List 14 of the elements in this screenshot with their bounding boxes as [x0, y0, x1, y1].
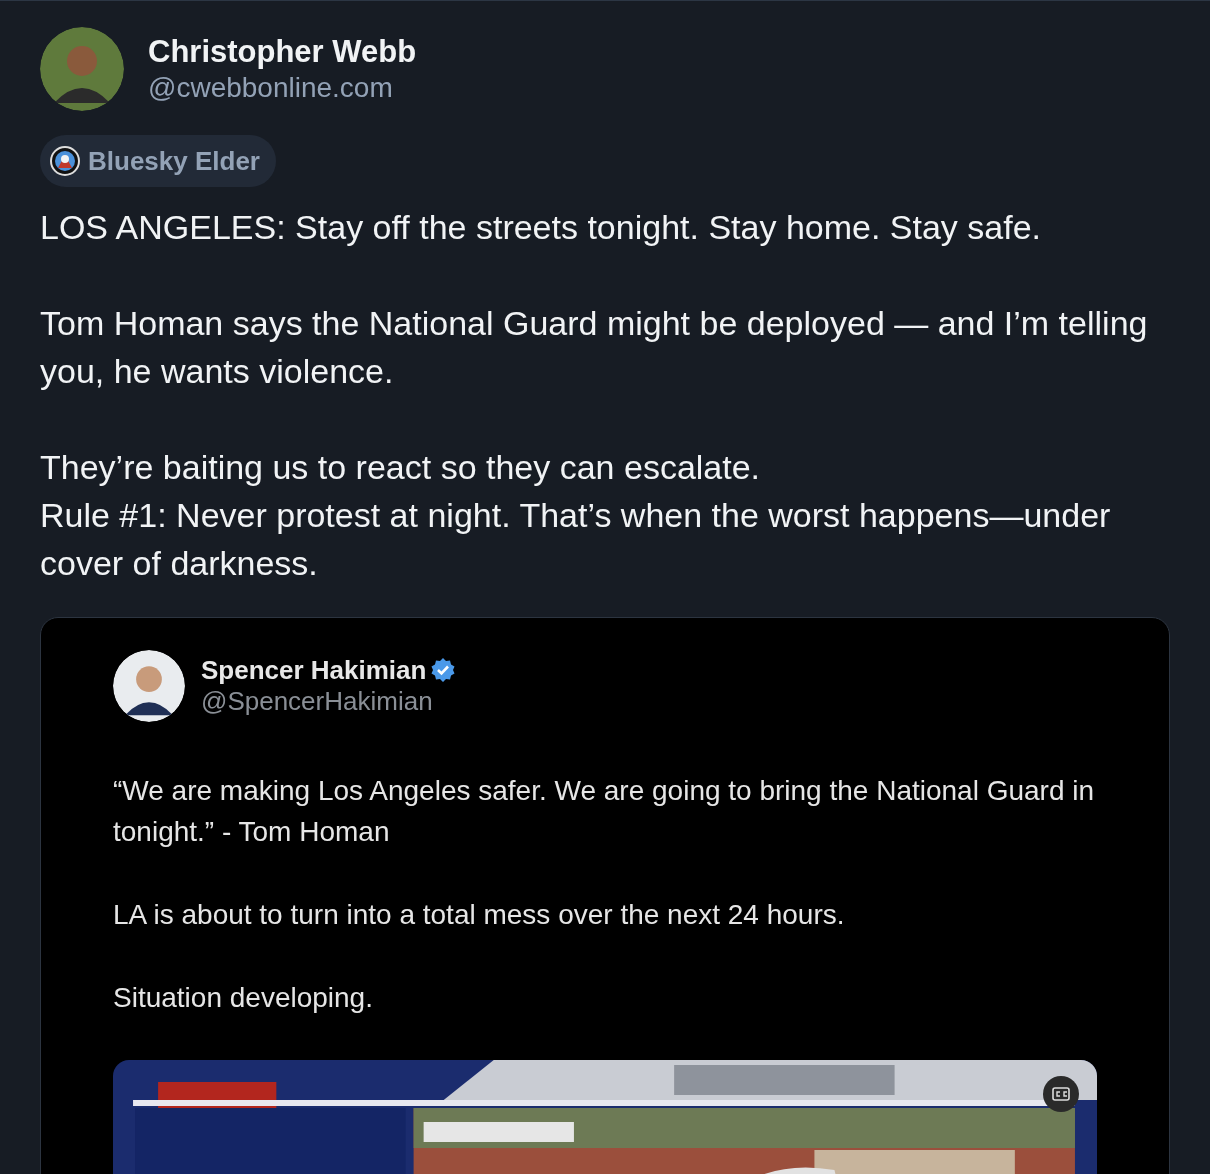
post-text: LOS ANGELES: Stay off the streets tonight. Stay home. Stay safe.: [40, 207, 1042, 248]
avatar[interactable]: [113, 650, 185, 722]
author-handle[interactable]: @cwebbonline.com: [148, 70, 417, 106]
author-name[interactable]: Christopher Webb: [148, 32, 417, 71]
author-name[interactable]: Spencer Hakimian: [201, 654, 427, 686]
post-text: “We are making Los Angeles safer. We are going to bring the National Guard in tonight.” - Tom Homan: [113, 774, 1096, 849]
post-text: They’re baiting us to react so they can escalate. Rule #1: Never protest at night. That’s when the worst happens—under cover of darkness.: [40, 447, 1112, 584]
captions-icon[interactable]: [1043, 1076, 1079, 1112]
post-text: Situation developing.: [113, 981, 374, 1015]
badge-icon: [50, 146, 80, 176]
badge[interactable]: Bluesky Elder: [40, 135, 276, 187]
author-handle[interactable]: @SpencerHakimian: [201, 686, 457, 718]
post-text: Tom Homan says the National Guard might be deployed — and I’m telling you, he wants violence.: [40, 303, 1149, 392]
post-text: LA is about to turn into a total mess over the next 24 hours.: [113, 898, 846, 932]
